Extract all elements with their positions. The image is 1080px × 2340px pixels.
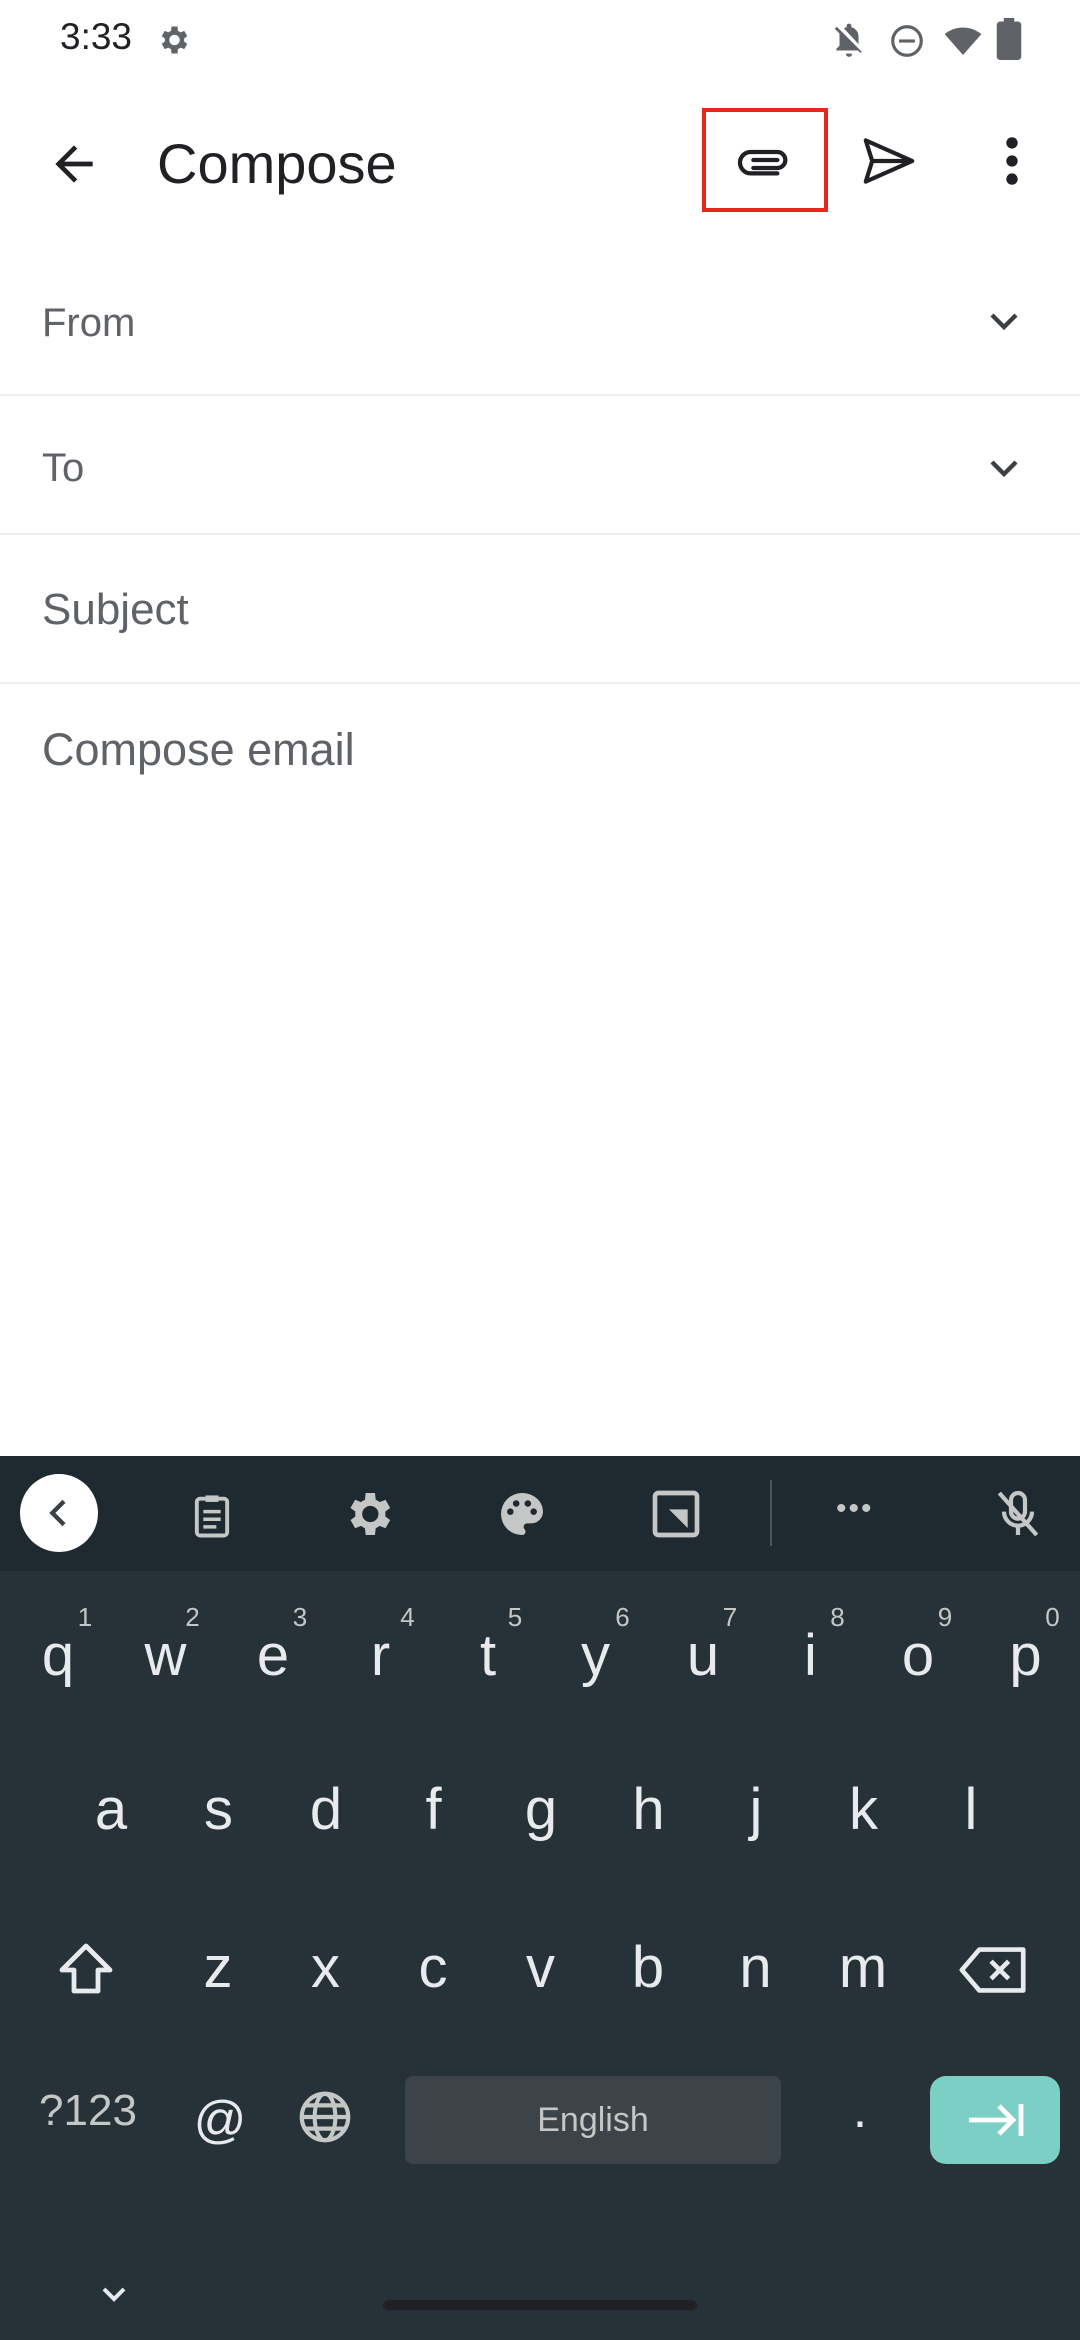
key-d[interactable]: d xyxy=(286,1776,366,1843)
chevron-down-icon[interactable] xyxy=(980,297,1028,345)
key-hint-9: 9 xyxy=(937,1602,953,1632)
key-hint-6: 6 xyxy=(615,1602,630,1632)
tab-next-icon xyxy=(969,2104,1024,2136)
app-bar: Compose xyxy=(0,80,1080,245)
do-not-disturb-icon xyxy=(891,25,923,57)
mic-off-icon[interactable] xyxy=(990,1486,1046,1542)
keyboard-settings-icon[interactable] xyxy=(340,1486,396,1542)
key-hint-2: 2 xyxy=(185,1602,200,1632)
key-v[interactable]: v xyxy=(501,1934,581,2001)
from-field[interactable]: From xyxy=(0,245,1080,396)
key-a[interactable]: a xyxy=(71,1776,151,1843)
key-k[interactable]: k xyxy=(824,1776,904,1843)
page-title: Compose xyxy=(157,132,397,195)
key-hint-3: 3 xyxy=(292,1602,308,1632)
subject-field[interactable]: Subject xyxy=(0,535,1080,684)
chevron-down-icon[interactable] xyxy=(980,444,1028,492)
one-handed-mode-icon[interactable] xyxy=(648,1486,704,1542)
key-g[interactable]: g xyxy=(501,1776,581,1843)
keyboard-toolbar: ••• xyxy=(0,1456,1080,1571)
space-bar[interactable]: English xyxy=(405,2076,781,2164)
key-b[interactable]: b xyxy=(608,1934,688,2001)
key-hint-0: 0 xyxy=(1045,1602,1060,1632)
more-options-icon[interactable] xyxy=(990,130,1034,192)
compose-body-field[interactable]: Compose email xyxy=(42,724,355,776)
next-key[interactable] xyxy=(930,2076,1060,2164)
key-s[interactable]: s xyxy=(179,1776,259,1843)
key-z[interactable]: z xyxy=(178,1934,258,2001)
attach-icon[interactable] xyxy=(732,128,796,192)
status-time: 3:33 xyxy=(60,16,133,57)
home-gesture-bar[interactable] xyxy=(383,2300,697,2310)
key-hint-4: 4 xyxy=(400,1602,415,1632)
from-label: From xyxy=(42,301,136,345)
hide-keyboard-icon[interactable] xyxy=(94,2274,134,2314)
backspace-icon[interactable] xyxy=(956,1934,1032,2006)
keyboard-collapse-button[interactable] xyxy=(20,1474,98,1552)
chevron-left-icon xyxy=(49,1499,66,1527)
toolbar-divider xyxy=(770,1480,772,1546)
key-c[interactable]: c xyxy=(393,1934,473,2001)
settings-status-icon xyxy=(161,26,188,54)
shift-icon[interactable] xyxy=(50,1934,122,2006)
key-j[interactable]: j xyxy=(716,1776,796,1843)
subject-placeholder: Subject xyxy=(42,585,189,634)
key-hint-1: 1 xyxy=(77,1602,93,1632)
status-bar: 3:33 xyxy=(0,0,1080,80)
send-icon[interactable] xyxy=(858,130,920,192)
back-arrow-icon[interactable] xyxy=(44,136,104,192)
key-l[interactable]: l xyxy=(931,1776,1011,1843)
symbols-key[interactable]: ?123 xyxy=(28,2086,148,2136)
period-key[interactable]: . xyxy=(830,2080,890,2140)
key-h[interactable]: h xyxy=(609,1776,689,1843)
palette-icon[interactable] xyxy=(494,1486,550,1542)
battery-icon xyxy=(996,18,1022,60)
at-key[interactable]: @ xyxy=(180,2090,260,2150)
key-m[interactable]: m xyxy=(823,1934,903,2001)
to-label: To xyxy=(42,446,85,490)
key-x[interactable]: x xyxy=(286,1934,366,2001)
wifi-icon xyxy=(944,27,982,55)
globe-icon[interactable] xyxy=(294,2086,356,2148)
more-tools-button[interactable]: ••• xyxy=(836,1492,874,1526)
notifications-off-icon xyxy=(834,23,862,57)
key-hint-8: 8 xyxy=(830,1602,845,1632)
key-f[interactable]: f xyxy=(394,1776,474,1843)
to-field[interactable]: To xyxy=(0,396,1080,535)
clipboard-icon[interactable] xyxy=(186,1488,238,1544)
keyboard: ••• q1w2e3r4t5y6u7i8o9p0 asdfghjkl zxcvb… xyxy=(0,1456,1080,2340)
key-hint-7: 7 xyxy=(722,1602,738,1632)
key-hint-5: 5 xyxy=(507,1602,523,1632)
key-n[interactable]: n xyxy=(716,1934,796,2001)
